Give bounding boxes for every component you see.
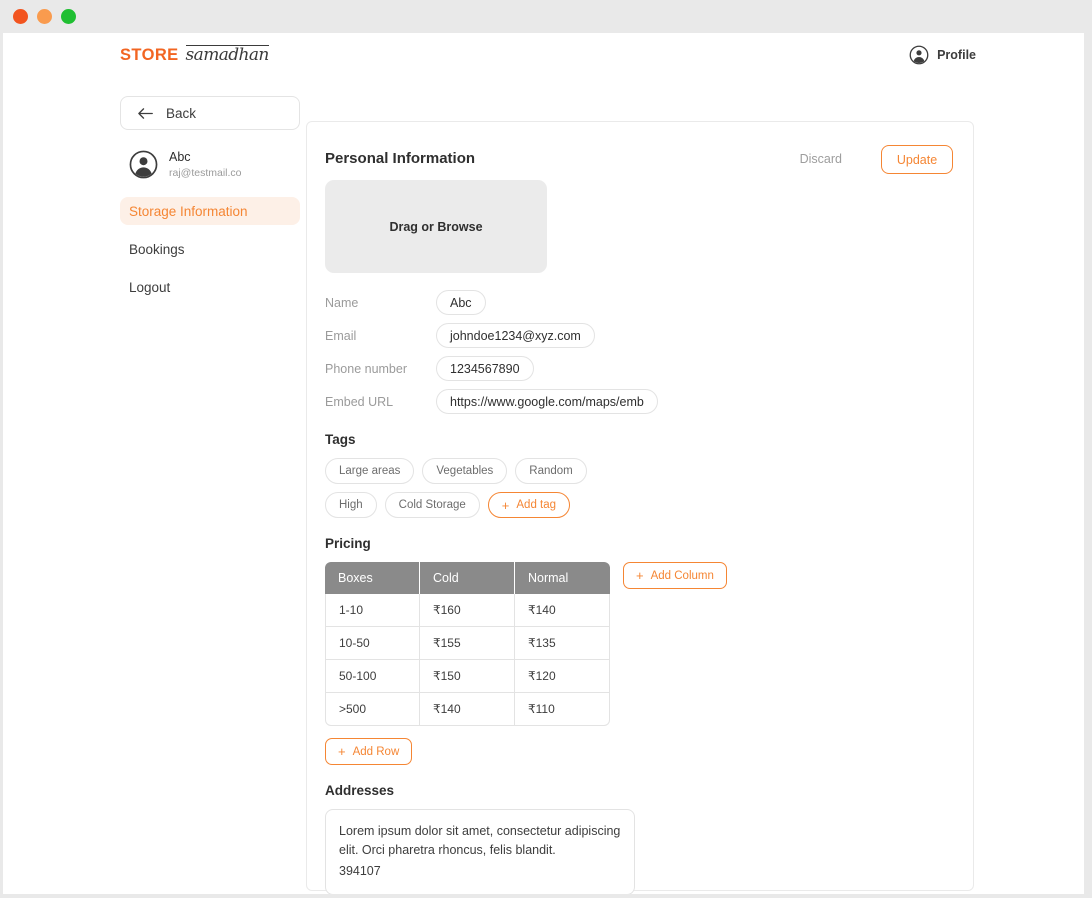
page-title: Personal Information — [325, 150, 476, 167]
email-field-label: Email — [325, 328, 357, 343]
cell-normal[interactable]: ₹135 — [515, 627, 610, 660]
address-text: Lorem ipsum dolor sit amet, consectetur … — [339, 824, 621, 858]
add-tag-button[interactable]: + Add tag — [487, 492, 571, 518]
table-row[interactable]: 10-50 ₹155 ₹135 — [325, 627, 610, 660]
tag-chip[interactable]: High — [325, 492, 377, 518]
back-button[interactable]: Back — [120, 96, 300, 130]
column-header-cold: Cold — [420, 562, 515, 594]
user-circle-icon — [909, 45, 929, 65]
cell-boxes[interactable]: 50-100 — [325, 660, 420, 693]
address-textarea[interactable]: Lorem ipsum dolor sit amet, consectetur … — [325, 809, 635, 894]
field-row-name: Name Abc — [325, 290, 955, 315]
sidebar: Back Abc raj@testmail.co Storage Informa… — [120, 96, 300, 311]
logo-store-text: STORE — [120, 46, 179, 64]
add-column-label: Add Column — [650, 569, 714, 582]
add-column-button[interactable]: + Add Column — [623, 562, 727, 589]
column-header-normal: Normal — [515, 562, 610, 594]
card-header: Personal Information Discard Update — [307, 122, 973, 180]
phone-input[interactable]: 1234567890 — [436, 356, 534, 381]
embed-url-input[interactable]: https://www.google.com/maps/emb — [436, 389, 658, 414]
sidebar-item-bookings[interactable]: Bookings — [120, 235, 300, 263]
cell-boxes[interactable]: 10-50 — [325, 627, 420, 660]
tag-chip[interactable]: Random — [515, 458, 587, 484]
sidebar-item-storage-information[interactable]: Storage Information — [120, 197, 300, 226]
add-tag-label: Add tag — [516, 499, 557, 511]
profile-menu[interactable]: Profile — [909, 45, 976, 65]
profile-label: Profile — [937, 48, 976, 62]
app-header: STORE samadhan Profile — [3, 33, 1084, 88]
addresses-section-title: Addresses — [325, 783, 395, 798]
phone-field-label: Phone number — [325, 361, 408, 376]
update-button[interactable]: Update — [881, 145, 953, 174]
page-viewport: STORE samadhan Profile Back Abc raj@test… — [3, 33, 1084, 894]
column-header-boxes: Boxes — [325, 562, 420, 594]
field-row-phone: Phone number 1234567890 — [325, 356, 955, 381]
field-row-email: Email johndoe1234@xyz.com — [325, 323, 955, 348]
sidebar-user-email: raj@testmail.co — [169, 166, 242, 179]
discard-button[interactable]: Discard — [800, 152, 842, 166]
arrow-left-icon — [138, 107, 154, 120]
sidebar-nav: Storage Information Bookings Logout — [120, 197, 300, 301]
personal-information-card: Personal Information Discard Update Drag… — [306, 121, 974, 894]
name-input[interactable]: Abc — [436, 290, 486, 315]
tags-section-title: Tags — [325, 432, 356, 447]
table-row[interactable]: 1-10 ₹160 ₹140 — [325, 594, 610, 627]
sidebar-item-logout[interactable]: Logout — [120, 273, 300, 301]
tag-chip[interactable]: Vegetables — [422, 458, 508, 484]
card-body: Drag or Browse Name Abc Email johndoe123… — [307, 180, 973, 894]
logo-samadhan-text: samadhan — [185, 45, 269, 65]
table-header-row: Boxes Cold Normal — [325, 562, 610, 594]
address-zip: 394107 — [339, 863, 381, 878]
add-row-button[interactable]: + Add Row — [325, 738, 413, 765]
cell-normal[interactable]: ₹120 — [515, 660, 610, 693]
cell-normal[interactable]: ₹140 — [515, 594, 610, 627]
plus-icon: + — [501, 497, 510, 513]
brand-logo[interactable]: STORE samadhan — [120, 45, 269, 65]
embed-url-field-label: Embed URL — [325, 394, 394, 409]
cell-cold[interactable]: ₹140 — [420, 693, 515, 726]
add-row-label: Add Row — [352, 745, 400, 758]
field-row-embed-url: Embed URL https://www.google.com/maps/em… — [325, 389, 955, 414]
table-row[interactable]: 50-100 ₹150 ₹120 — [325, 660, 610, 693]
window-titlebar — [0, 0, 1092, 33]
cell-cold[interactable]: ₹160 — [420, 594, 515, 627]
tag-chip[interactable]: Large areas — [325, 458, 415, 484]
sidebar-user-name: Abc — [169, 150, 191, 164]
cell-boxes[interactable]: >500 — [325, 693, 420, 726]
tag-chip[interactable]: Cold Storage — [384, 492, 480, 518]
name-field-label: Name — [325, 295, 359, 310]
pricing-section-title: Pricing — [325, 536, 371, 551]
window-maximize-button[interactable] — [61, 9, 76, 24]
image-dropzone[interactable]: Drag or Browse — [325, 180, 547, 273]
cell-cold[interactable]: ₹150 — [420, 660, 515, 693]
sidebar-user-summary[interactable]: Abc raj@testmail.co — [120, 149, 300, 180]
email-input[interactable]: johndoe1234@xyz.com — [436, 323, 595, 348]
window-close-button[interactable] — [13, 9, 28, 24]
cell-boxes[interactable]: 1-10 — [325, 594, 420, 627]
table-row[interactable]: >500 ₹140 ₹110 — [325, 693, 610, 726]
back-button-label: Back — [166, 105, 197, 121]
profile-fields: Name Abc Email johndoe1234@xyz.com Phone… — [325, 290, 955, 414]
app-window: STORE samadhan Profile Back Abc raj@test… — [0, 0, 1092, 898]
cell-normal[interactable]: ₹110 — [515, 693, 610, 726]
pricing-table: Boxes Cold Normal 1-10 ₹160 ₹140 10-50 ₹… — [325, 562, 610, 726]
cell-cold[interactable]: ₹155 — [420, 627, 515, 660]
tags-list: Large areas Vegetables Random High Cold … — [325, 458, 635, 518]
avatar — [129, 150, 158, 179]
window-minimize-button[interactable] — [37, 9, 52, 24]
plus-icon: + — [636, 568, 644, 583]
pricing-area: Boxes Cold Normal 1-10 ₹160 ₹140 10-50 ₹… — [325, 562, 955, 726]
plus-icon: + — [338, 744, 346, 759]
